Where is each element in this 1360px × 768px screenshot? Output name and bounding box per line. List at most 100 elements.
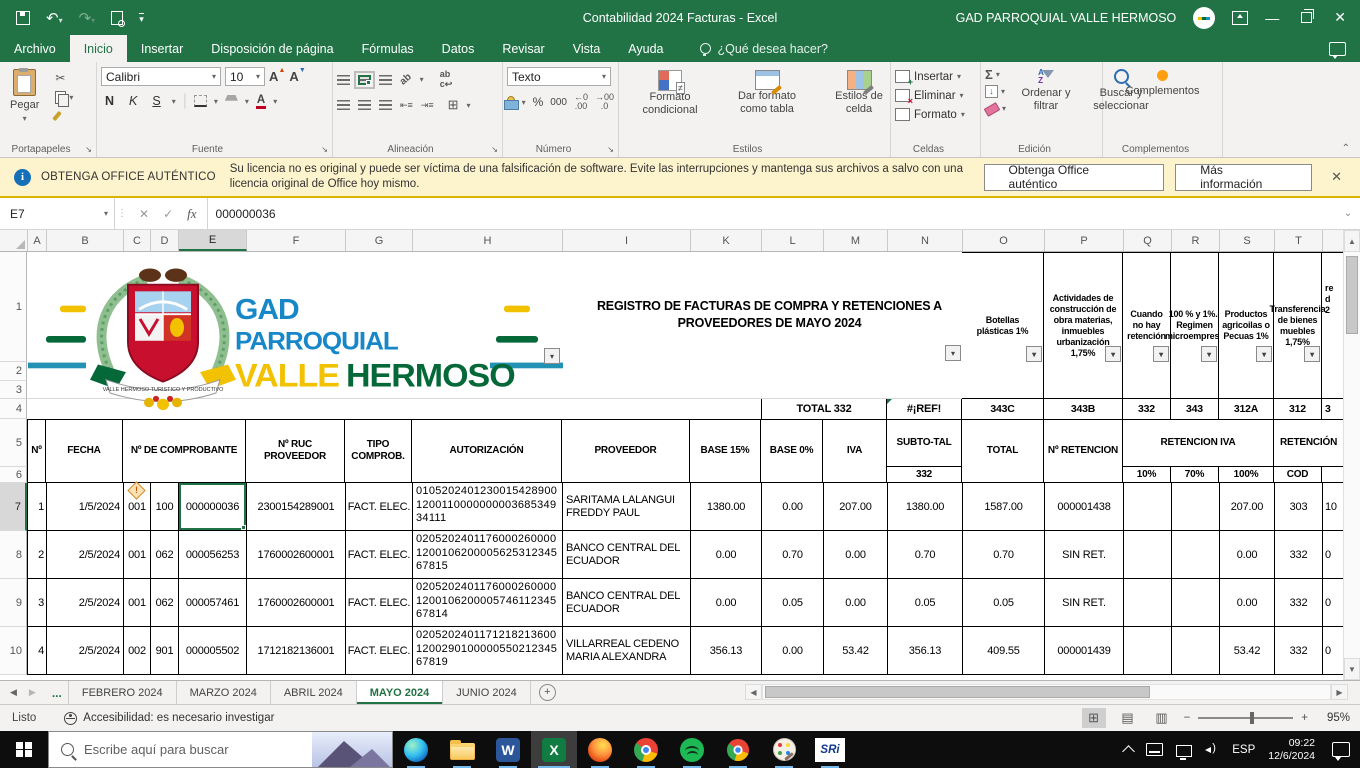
language-indicator[interactable]: ESP bbox=[1232, 744, 1255, 756]
cell[interactable] bbox=[1124, 627, 1172, 674]
network-icon[interactable] bbox=[1176, 744, 1193, 760]
column-header-r[interactable]: R bbox=[1172, 230, 1220, 251]
select-all-corner[interactable] bbox=[0, 230, 28, 251]
align-middle-icon[interactable] bbox=[354, 70, 375, 89]
cell[interactable]: FACT. ELEC. bbox=[346, 627, 413, 674]
save-icon[interactable] bbox=[16, 10, 30, 25]
column-header-p[interactable]: P bbox=[1045, 230, 1124, 251]
menu-tab-insertar[interactable]: Insertar bbox=[127, 35, 197, 62]
cell[interactable]: 001 bbox=[124, 579, 151, 626]
percent-style-button[interactable]: % bbox=[533, 95, 544, 109]
wrap-text-icon[interactable]: ab c↩ bbox=[440, 69, 453, 90]
retention-header-s[interactable]: Productos agricoilas o Pecuas 1% ▾ bbox=[1219, 252, 1274, 399]
taskbar-chrome[interactable] bbox=[623, 731, 669, 768]
comma-style-button[interactable]: 000 bbox=[550, 97, 567, 108]
font-size-select[interactable]: 10 ▾ bbox=[225, 67, 265, 86]
menu-tab-formulas[interactable]: Fórmulas bbox=[348, 35, 428, 62]
retention-header-t[interactable]: Transferencia de bienes muebles 1,75% ▾ bbox=[1270, 252, 1326, 399]
header-base15[interactable]: BASE 15% bbox=[690, 419, 761, 483]
account-name[interactable]: GAD PARROQUIAL VALLE HERMOSO bbox=[956, 11, 1177, 25]
vertical-scroll-thumb[interactable] bbox=[1346, 256, 1358, 334]
cell-code-partial[interactable]: 3 bbox=[1322, 399, 1343, 419]
clock[interactable]: 09:22 12/6/2024 bbox=[1268, 737, 1315, 762]
customize-qat-icon[interactable]: ▾ bbox=[139, 12, 144, 23]
cut-button[interactable]: ✂ bbox=[55, 71, 73, 86]
cell-code-343c[interactable]: 343C bbox=[962, 399, 1044, 419]
cell[interactable]: 332 bbox=[1275, 627, 1323, 674]
cell[interactable]: 332 bbox=[1275, 531, 1323, 578]
cell[interactable]: 2300154289001 bbox=[247, 483, 346, 530]
header-base0[interactable]: BASE 0% bbox=[761, 419, 823, 483]
touch-keyboard-icon[interactable] bbox=[1146, 743, 1164, 756]
undo-icon[interactable]: ↶▾ bbox=[46, 9, 63, 27]
align-left-icon[interactable] bbox=[337, 100, 350, 110]
cell[interactable]: 901 bbox=[151, 627, 179, 674]
number-format-select[interactable]: Texto ▾ bbox=[507, 67, 611, 86]
filter-dropdown-q[interactable]: ▾ bbox=[1153, 346, 1169, 362]
formula-input[interactable]: 000000036 bbox=[208, 198, 1336, 229]
cell[interactable]: FACT. ELEC. bbox=[346, 483, 413, 530]
cell[interactable]: 0.00 bbox=[824, 579, 888, 626]
volume-icon[interactable] bbox=[1205, 742, 1219, 756]
cell[interactable]: 001 bbox=[124, 531, 151, 578]
ribbon-display-options-icon[interactable] bbox=[1232, 10, 1249, 25]
font-color-icon[interactable]: A bbox=[255, 94, 267, 109]
tell-me-search[interactable]: ¿Qué desea hacer? bbox=[699, 35, 828, 62]
cell[interactable]: 0.70 bbox=[888, 531, 963, 578]
filter-dropdown-n[interactable]: ▾ bbox=[945, 345, 961, 361]
cell[interactable]: 53.42 bbox=[824, 627, 888, 674]
cell[interactable]: 0.00 bbox=[762, 627, 824, 674]
sort-filter-button[interactable]: AZ Ordenar y filtrar bbox=[1012, 67, 1080, 140]
cell[interactable]: 0.00 bbox=[691, 579, 762, 626]
restore-button[interactable] bbox=[1301, 9, 1315, 23]
cell[interactable]: 2/5/2024 bbox=[47, 579, 124, 626]
menu-tab-ayuda[interactable]: Ayuda bbox=[614, 35, 677, 62]
comments-icon[interactable] bbox=[1329, 41, 1346, 59]
cell[interactable]: 356.13 bbox=[888, 627, 963, 674]
align-top-icon[interactable] bbox=[337, 74, 350, 85]
column-header-f[interactable]: F bbox=[247, 230, 346, 251]
cell[interactable]: 0205202401171218213600120029010000055021… bbox=[413, 627, 563, 674]
cell[interactable]: VILLARREAL CEDENO MARIA ALEXANDRA bbox=[563, 627, 691, 674]
cell[interactable]: 0 bbox=[1323, 531, 1344, 578]
cell[interactable]: 207.00 bbox=[824, 483, 888, 530]
row-header-2[interactable]: 2 bbox=[0, 362, 27, 381]
column-header-c[interactable]: C bbox=[124, 230, 151, 251]
taskbar-search[interactable]: Escribe aquí para buscar bbox=[48, 731, 393, 768]
bold-button[interactable]: N bbox=[101, 93, 118, 109]
scroll-up-icon[interactable]: ▲ bbox=[1344, 230, 1360, 252]
cell[interactable] bbox=[1172, 627, 1220, 674]
cell[interactable]: 000001438 bbox=[1045, 483, 1124, 530]
retention-header-q[interactable]: Cuando no hay retención ▾ bbox=[1123, 252, 1171, 399]
column-header-b[interactable]: B bbox=[47, 230, 124, 251]
cell[interactable]: 1 bbox=[28, 483, 47, 530]
cell[interactable]: FACT. ELEC. bbox=[346, 579, 413, 626]
cell[interactable]: 0 bbox=[1323, 627, 1344, 674]
column-header-k[interactable]: K bbox=[691, 230, 762, 251]
cell[interactable] bbox=[1124, 579, 1172, 626]
increase-indent-icon[interactable]: ⇥≡ bbox=[421, 100, 434, 110]
sheet-tab-junio[interactable]: JUNIO 2024 bbox=[443, 681, 531, 704]
sheet-tab-febrero[interactable]: FEBRERO 2024 bbox=[67, 681, 177, 704]
format-as-table-button[interactable]: Dar formato como tabla bbox=[717, 67, 817, 140]
underline-more-icon[interactable]: ▾ bbox=[172, 97, 176, 106]
decrease-indent-icon[interactable]: ⇤≡ bbox=[400, 100, 413, 110]
cell-with-error[interactable]: 100! bbox=[127, 481, 179, 530]
cell[interactable]: BANCO CENTRAL DEL ECUADOR bbox=[563, 531, 691, 578]
copy-button[interactable]: ▾ bbox=[55, 90, 73, 107]
cell[interactable]: SIN RET. bbox=[1045, 531, 1124, 578]
autosum-button[interactable]: Σ ▾ bbox=[985, 67, 1006, 82]
insert-cells-button[interactable]: Insertar▾ bbox=[895, 67, 976, 87]
cell-code-312[interactable]: 312 bbox=[1274, 399, 1322, 419]
cell-styles-button[interactable]: Estilos de celda bbox=[817, 67, 901, 140]
cell[interactable]: 356.13 bbox=[691, 627, 762, 674]
cell[interactable]: 1/5/2024 bbox=[47, 483, 124, 530]
cell[interactable]: 0 bbox=[1323, 579, 1344, 626]
column-header-a[interactable]: A bbox=[28, 230, 47, 251]
collapse-ribbon-icon[interactable]: ⌃ bbox=[1342, 143, 1350, 154]
confirm-entry-icon[interactable]: ✓ bbox=[163, 207, 173, 221]
cell[interactable]: 10 bbox=[1323, 483, 1344, 530]
cell[interactable]: 2 bbox=[28, 531, 47, 578]
cell[interactable]: 062 bbox=[151, 579, 179, 626]
new-sheet-button[interactable]: + bbox=[538, 681, 556, 704]
